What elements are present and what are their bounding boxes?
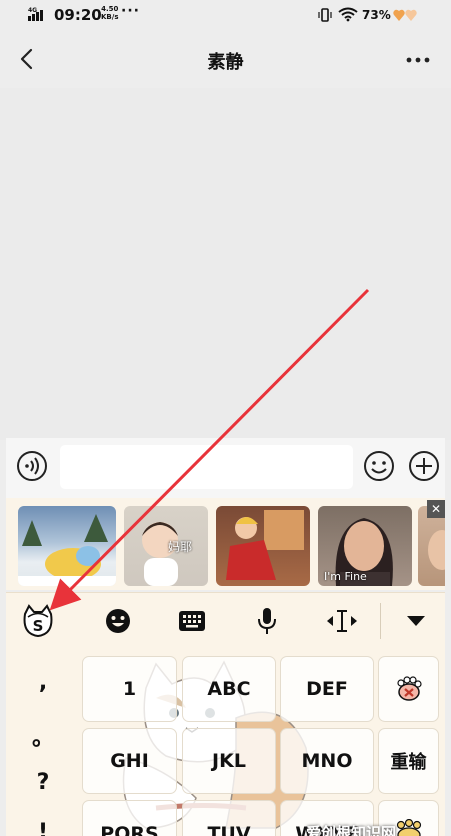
more-options-icon[interactable]	[405, 56, 431, 64]
status-time: 09:20	[54, 6, 102, 24]
paw-icon	[396, 819, 421, 836]
key-delete[interactable]	[378, 656, 439, 722]
key-1[interactable]: 1	[82, 656, 177, 722]
triangle-down-icon	[407, 616, 425, 626]
title-bar: 素静	[0, 32, 451, 88]
voice-input-button[interactable]	[249, 603, 285, 639]
emoji-icon[interactable]	[363, 450, 395, 482]
logo-letter: S	[33, 617, 44, 635]
sticker-item[interactable]	[216, 506, 310, 586]
key-reinput[interactable]: 重输	[378, 728, 439, 794]
sticker-image	[142, 522, 178, 586]
chat-area	[0, 88, 451, 440]
sticker-item[interactable]: 妈耶	[124, 506, 208, 586]
key-abc[interactable]: ABC	[182, 656, 276, 722]
collapse-keyboard-button[interactable]	[398, 603, 434, 639]
key-comma[interactable]: ,	[28, 670, 58, 695]
net-speed: 4.50 KB/s	[101, 5, 118, 21]
ime-logo-button[interactable]: S	[20, 603, 56, 639]
emoji-panel-button[interactable]	[100, 603, 136, 639]
sticker-image	[18, 514, 116, 586]
key-exclaim[interactable]: !	[28, 820, 58, 836]
key-period[interactable]: 。	[28, 720, 58, 752]
key-tuv[interactable]: TUV	[182, 800, 276, 836]
sticker-item[interactable]	[18, 506, 116, 586]
key-ghi[interactable]: GHI	[82, 728, 177, 794]
sogou-cat-icon: S	[23, 604, 53, 638]
sticker-caption: 妈耶	[168, 540, 193, 554]
ime-toolbar: S	[6, 592, 445, 650]
sticker-image	[226, 510, 304, 580]
sticker-caption: I'm Fine	[324, 570, 367, 583]
signal-label: 4G	[28, 7, 37, 14]
key-mno[interactable]: MNO	[280, 728, 374, 794]
add-more-icon[interactable]	[408, 450, 440, 482]
cursor-move-button[interactable]	[324, 603, 360, 639]
close-stickers-button[interactable]: ✕	[427, 500, 445, 518]
sticker-item[interactable]: I'm Fine	[318, 506, 412, 586]
status-more-dots: ···	[121, 3, 140, 19]
net-speed-value: 4.50	[101, 5, 119, 13]
keyboard-icon	[179, 611, 205, 631]
emoji-face-icon	[106, 609, 130, 633]
sticker-image	[428, 530, 445, 570]
sticker-item[interactable]	[418, 506, 445, 586]
battery-percent: 73%	[362, 8, 391, 22]
key-jkl[interactable]: JKL	[182, 728, 276, 794]
delete-paw-icon	[396, 676, 422, 701]
keyboard-switch-button[interactable]	[174, 603, 210, 639]
net-speed-unit: KB/s	[101, 13, 119, 21]
microphone-icon	[258, 608, 276, 634]
key-pqrs[interactable]: PQRS	[82, 800, 177, 836]
chat-title: 素静	[207, 52, 244, 73]
watermark: 爱创根知识网	[306, 824, 397, 836]
cursor-move-icon	[327, 610, 357, 632]
input-bar	[6, 438, 445, 498]
keyboard: , 。 ? ! 1 ABC DEF GHI JKL MNO 重输 PQRS TU…	[6, 648, 445, 836]
voice-input-icon[interactable]	[16, 450, 48, 482]
key-def[interactable]: DEF	[280, 656, 374, 722]
status-bar: 4G 09:20 4.50 KB/s ··· 73%	[0, 0, 451, 32]
toolbar-divider	[380, 603, 381, 639]
close-icon: ✕	[430, 502, 442, 516]
sticker-suggestions: 妈耶 I'm Fine ✕	[6, 498, 445, 590]
wifi-icon	[338, 7, 358, 22]
key-question[interactable]: ?	[28, 770, 58, 795]
message-input[interactable]	[60, 445, 353, 489]
signal-icon: 4G	[28, 7, 43, 21]
vibrate-icon	[318, 8, 332, 22]
battery-icon	[393, 9, 417, 21]
